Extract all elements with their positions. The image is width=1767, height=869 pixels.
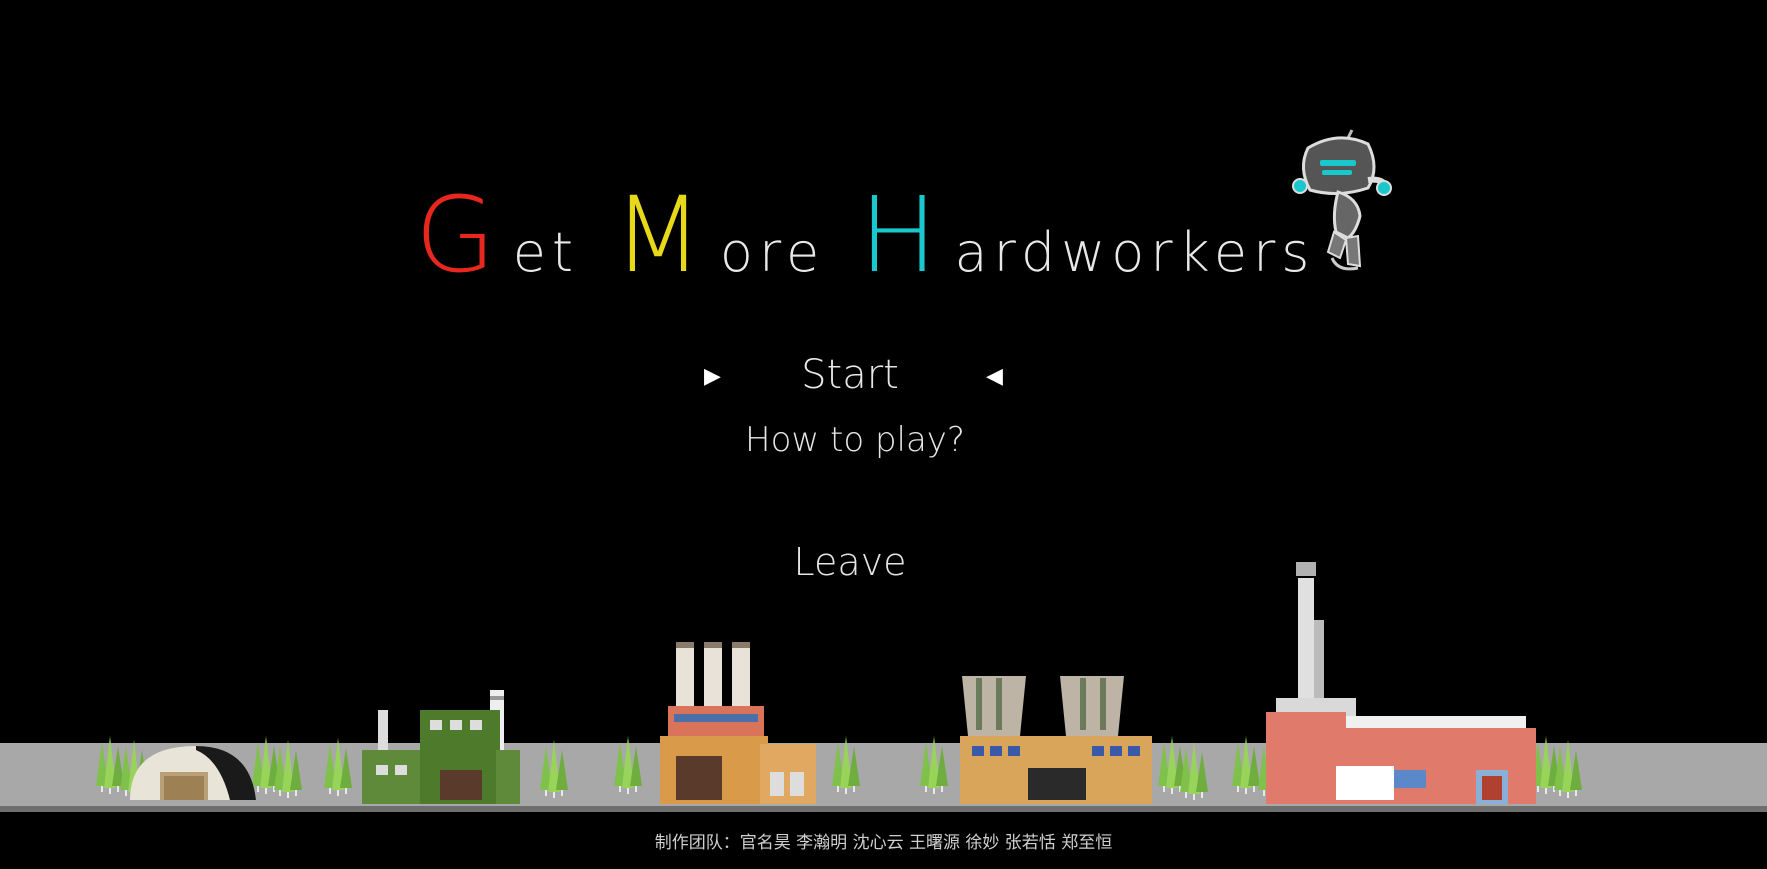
tree-group: [1231, 735, 1261, 795]
red-factory-building: [1266, 562, 1536, 804]
orange-factory-building: [660, 642, 816, 804]
tree-group: [613, 735, 643, 795]
green-factory-building: [362, 690, 520, 804]
title-rest-get: et: [512, 221, 580, 284]
title-initial-g: G: [415, 174, 502, 296]
selector-arrow-left-icon: ◀: [986, 364, 1003, 389]
title-initial-h: H: [859, 174, 944, 296]
hangar-building: [130, 746, 256, 800]
title-word-hardworkers: H ardworkers: [859, 183, 1315, 290]
power-plant-building: [960, 676, 1152, 804]
tree-group: [1553, 739, 1583, 799]
title-word-get: G et: [415, 183, 579, 290]
robot-mascot-icon: [1292, 129, 1392, 271]
tree-group: [919, 735, 949, 795]
title-word-more: M ore: [613, 183, 825, 290]
selector-arrow-right-icon: ▶: [704, 364, 721, 389]
game-title: G et M ore H ardworkers: [415, 180, 1315, 290]
title-rest-hardworkers: ardworkers: [954, 221, 1316, 284]
factory-scene: [95, 562, 1583, 804]
tree-group: [323, 737, 353, 797]
title-rest-more: ore: [719, 221, 826, 284]
start-button[interactable]: Start: [780, 352, 920, 398]
how-to-play-button[interactable]: How to play?: [740, 420, 970, 460]
tree-group: [539, 739, 569, 799]
tree-group: [831, 735, 861, 795]
tree-group: [95, 735, 125, 795]
title-initial-m: M: [613, 174, 709, 296]
tree-group: [1179, 741, 1209, 801]
credits-text: 制作团队：官名昊 李瀚明 沈心云 王曙源 徐妙 张若恬 郑至恒: [654, 833, 1113, 853]
tree-group: [273, 739, 303, 799]
